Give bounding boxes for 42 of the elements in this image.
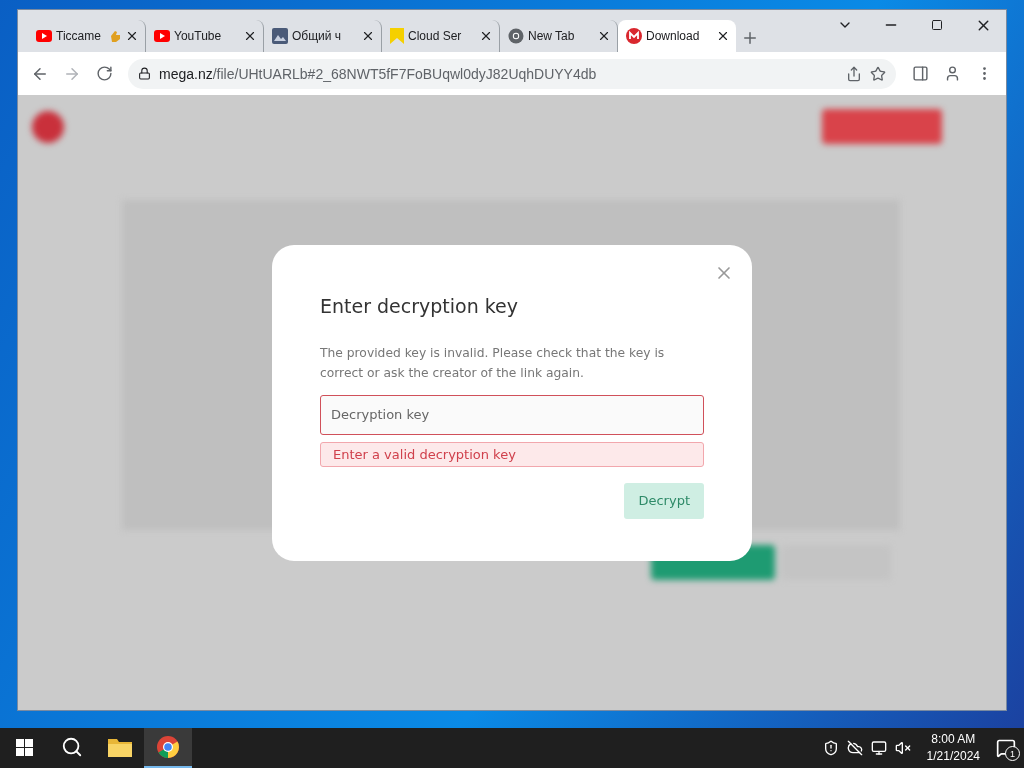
close-icon[interactable] [125,29,139,43]
clock[interactable]: 8:00 AM 1/21/2024 [926,731,980,765]
logo-icon [626,28,642,44]
shield-icon[interactable] [822,740,839,756]
tab-title: Download [646,29,701,43]
cloud-icon[interactable] [846,740,863,756]
side-panel-icon[interactable] [911,65,929,82]
close-icon[interactable] [361,29,375,43]
dialog-message: The provided key is invalid. Please check that the key is correct or ask the creator of the link again. [320,344,666,382]
address-bar[interactable]: mega.nz/file/UHtUARLb#2_68NWT5fF7FoBUqwl0dyJ82UqhDUYY4db [128,58,896,89]
image-icon [272,28,288,44]
volume-icon[interactable] [894,740,911,756]
tab-title: YouTube [174,29,223,43]
close-icon[interactable] [243,29,257,43]
network-icon[interactable] [870,740,887,756]
tab-title: Ticcame [56,29,102,43]
maximize-icon[interactable] [931,19,943,31]
close-icon[interactable] [597,29,611,43]
new-tab-icon[interactable] [741,29,759,47]
error-message: Enter a valid decryption key [320,441,704,467]
browser-icon[interactable] [156,735,180,759]
tab-title: Cloud Ser [408,29,463,43]
tab-title: Общий ч [292,29,343,43]
logo-icon [32,110,64,143]
folder-icon[interactable] [108,737,132,757]
dialog-title: Enter decryption key [320,294,520,317]
search-icon[interactable] [61,736,83,758]
tab-title: New Tab [528,29,576,43]
start-icon[interactable] [15,738,33,756]
video-play-icon [154,30,170,42]
lock-icon [138,67,151,80]
input-field[interactable]: Decryption key [320,394,704,435]
bookmark-icon [390,28,404,44]
star-icon[interactable] [870,65,886,82]
browser-tab[interactable]: Download [618,20,736,52]
close-icon[interactable] [479,29,493,43]
video-play-icon [36,30,52,42]
url-text: mega.nz/file/UHtUARLb#2_68NWT5fF7FoBUqwl0dyJ82UqhDUYY4db [159,65,598,82]
share-icon[interactable] [846,65,862,82]
reload-icon[interactable] [95,65,113,82]
close-icon[interactable] [716,29,730,43]
globe-icon [508,28,524,44]
